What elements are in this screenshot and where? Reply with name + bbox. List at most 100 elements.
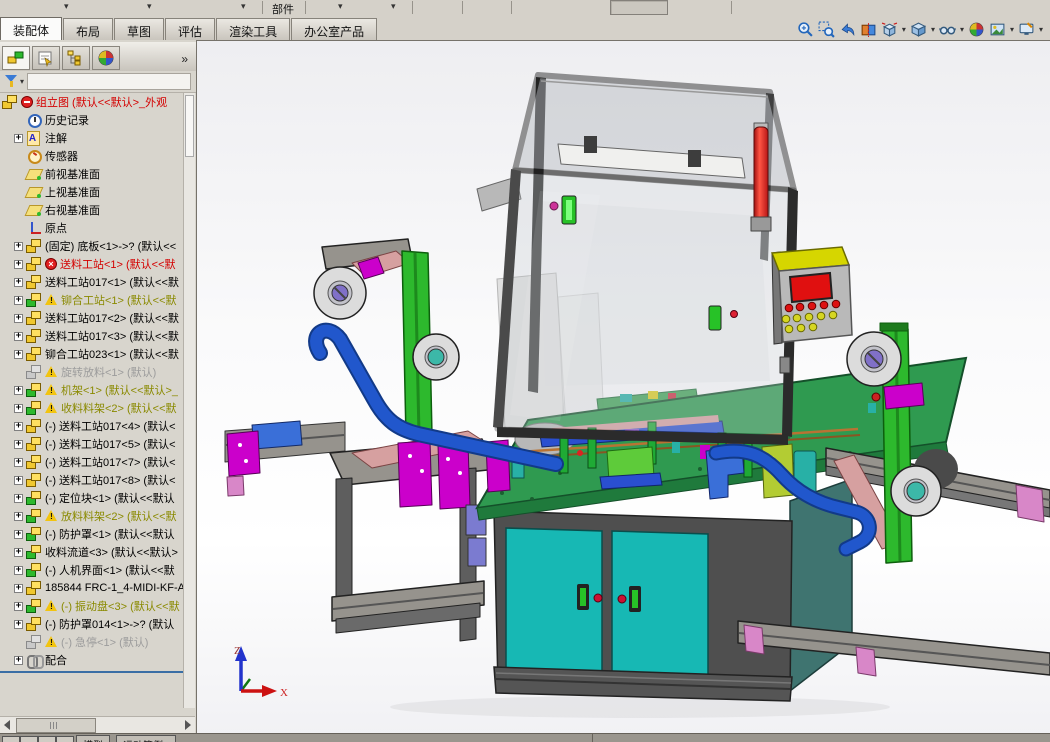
tree-item[interactable]: 组立图 (默认<<默认>_外观 (0, 93, 184, 111)
control-panel[interactable] (772, 247, 852, 344)
tree-item[interactable]: +收料流道<3> (默认<<默认> (0, 543, 184, 561)
scroll-right-icon[interactable] (185, 720, 191, 730)
tree-item[interactable]: +(-) 振动盘<3> (默认<<默 (0, 597, 184, 615)
scroll-left-icon[interactable] (4, 720, 10, 730)
display-manager-tab[interactable] (92, 46, 120, 70)
command-tab-1[interactable]: 装配体 (0, 17, 62, 40)
tree-item[interactable]: 右视基准面 (0, 201, 184, 219)
edit-appearance-button[interactable] (966, 20, 987, 39)
cabinet-door-right[interactable] (612, 531, 708, 679)
left-lower-reel[interactable] (413, 334, 459, 380)
expander-icon[interactable]: + (14, 278, 23, 287)
window-split-button[interactable] (38, 736, 56, 742)
menu-dropdown-icon[interactable]: ▾ (64, 1, 69, 12)
scrollbar-thumb[interactable] (185, 95, 194, 157)
tree-item[interactable]: +(-) 送料工站017<7> (默认< (0, 453, 184, 471)
panel-overflow-button[interactable]: » (175, 50, 194, 70)
pressed-toolbar-button[interactable] (610, 0, 668, 15)
tree-item[interactable]: +收料料架<2> (默认<<默 (0, 399, 184, 417)
expander-icon[interactable]: + (14, 242, 23, 251)
window-split-button[interactable] (2, 736, 20, 742)
command-tab-5[interactable]: 渲染工具 (216, 18, 290, 40)
tree-item[interactable]: (-) 急停<1> (默认) (0, 633, 184, 651)
tree-item[interactable]: 历史记录 (0, 111, 184, 129)
configuration-manager-tab[interactable] (62, 46, 90, 70)
expander-icon[interactable]: + (14, 512, 23, 521)
model-tab[interactable]: 模型 (76, 735, 110, 742)
tree-item[interactable]: +185844 FRC-1_4-MIDI-KF-A (0, 579, 184, 597)
expander-icon[interactable]: + (14, 314, 23, 323)
tree-item[interactable]: +(-) 送料工站017<5> (默认< (0, 435, 184, 453)
tree-item[interactable]: +送料工站017<2> (默认<<默 (0, 309, 184, 327)
tree-item[interactable]: +配合 (0, 651, 184, 669)
apply-scene-dropdown-icon[interactable]: ▾ (1008, 25, 1016, 34)
tree-item[interactable]: +(-) 送料工站017<8> (默认< (0, 471, 184, 489)
right-lower-reel[interactable] (891, 466, 941, 516)
tree-splitter[interactable] (0, 671, 195, 673)
display-style-dropdown-icon[interactable]: ▾ (929, 25, 937, 34)
expander-icon[interactable]: + (14, 260, 23, 269)
window-split-button[interactable] (20, 736, 38, 742)
expander-icon[interactable]: + (14, 584, 23, 593)
tree-item[interactable]: +送料工站<1> (默认<<默 (0, 255, 184, 273)
tree-item[interactable]: +(-) 防护罩<1> (默认<<默认 (0, 525, 184, 543)
previous-view-button[interactable] (837, 20, 858, 39)
command-tab-3[interactable]: 草图 (114, 18, 164, 40)
expander-icon[interactable]: + (14, 296, 23, 305)
tree-item[interactable]: 旋转放料<1> (默认) (0, 363, 184, 381)
expander-icon[interactable]: + (14, 404, 23, 413)
tree-item[interactable]: +放料料架<2> (默认<<默 (0, 507, 184, 525)
tree-item[interactable]: +机架<1> (默认<<默认>_ (0, 381, 184, 399)
tree-item[interactable]: +(-) 定位块<1> (默认<<默认 (0, 489, 184, 507)
door-button[interactable] (594, 594, 602, 602)
left-upper-reel[interactable] (314, 267, 366, 319)
tree-item[interactable]: 传感器 (0, 147, 184, 165)
command-tab-2[interactable]: 布局 (63, 18, 113, 40)
expander-icon[interactable]: + (14, 440, 23, 449)
expander-icon[interactable]: + (14, 602, 23, 611)
expander-icon[interactable]: + (14, 566, 23, 575)
tree-item[interactable]: +(-) 防护罩014<1>->? (默认 (0, 615, 184, 633)
tree-vertical-scrollbar[interactable] (183, 93, 195, 708)
tree-item[interactable]: +铆合工站023<1> (默认<<默 (0, 345, 184, 363)
hmi-screen[interactable] (790, 273, 832, 302)
expander-icon[interactable]: + (14, 386, 23, 395)
menu-dropdown-icon[interactable]: ▾ (338, 1, 343, 12)
tree-item[interactable]: 前视基准面 (0, 165, 184, 183)
command-tab-4[interactable]: 评估 (165, 18, 215, 40)
window-split-button[interactable] (56, 736, 74, 742)
menu-dropdown-icon[interactable]: ▾ (241, 1, 246, 12)
scrollbar-thumb[interactable] (16, 718, 96, 733)
apply-scene-button[interactable] (987, 20, 1008, 39)
component-menu-label[interactable]: 部件 (272, 1, 294, 17)
view-orientation-dropdown-icon[interactable]: ▾ (900, 25, 908, 34)
tree-item[interactable]: +(-) 人机界面<1> (默认<<默 (0, 561, 184, 579)
zoom-to-fit-button[interactable] (795, 20, 816, 39)
display-style-button[interactable] (908, 20, 929, 39)
expander-icon[interactable]: + (14, 548, 23, 557)
property-manager-tab[interactable] (32, 46, 60, 70)
tree-item[interactable]: 原点 (0, 219, 184, 237)
tree-item[interactable]: +(-) 送料工站017<4> (默认< (0, 417, 184, 435)
tree-item[interactable]: +(固定) 底板<1>->? (默认<< (0, 237, 184, 255)
hide-show-items-button[interactable] (937, 20, 958, 39)
expander-icon[interactable]: + (14, 332, 23, 341)
view-settings-dropdown-icon[interactable]: ▾ (1037, 25, 1045, 34)
filter-icon[interactable] (5, 75, 17, 88)
expander-icon[interactable]: + (14, 458, 23, 467)
zoom-to-area-button[interactable] (816, 20, 837, 39)
view-settings-button[interactable] (1016, 20, 1037, 39)
expander-icon[interactable]: + (14, 494, 23, 503)
filter-input[interactable] (27, 73, 191, 90)
expander-icon[interactable]: + (14, 350, 23, 359)
viewport-canvas[interactable]: Z X (197, 40, 1050, 736)
tree-horizontal-scrollbar[interactable] (0, 716, 195, 733)
hide-show-items-dropdown-icon[interactable]: ▾ (958, 25, 966, 34)
expander-icon[interactable]: + (14, 530, 23, 539)
tree-item[interactable]: 上视基准面 (0, 183, 184, 201)
feature-manager-tab[interactable] (2, 46, 30, 70)
tree-item[interactable]: +送料工站017<1> (默认<<默 (0, 273, 184, 291)
expander-icon[interactable]: + (14, 620, 23, 629)
view-orientation-button[interactable] (879, 20, 900, 39)
right-upper-reel[interactable] (847, 332, 901, 386)
